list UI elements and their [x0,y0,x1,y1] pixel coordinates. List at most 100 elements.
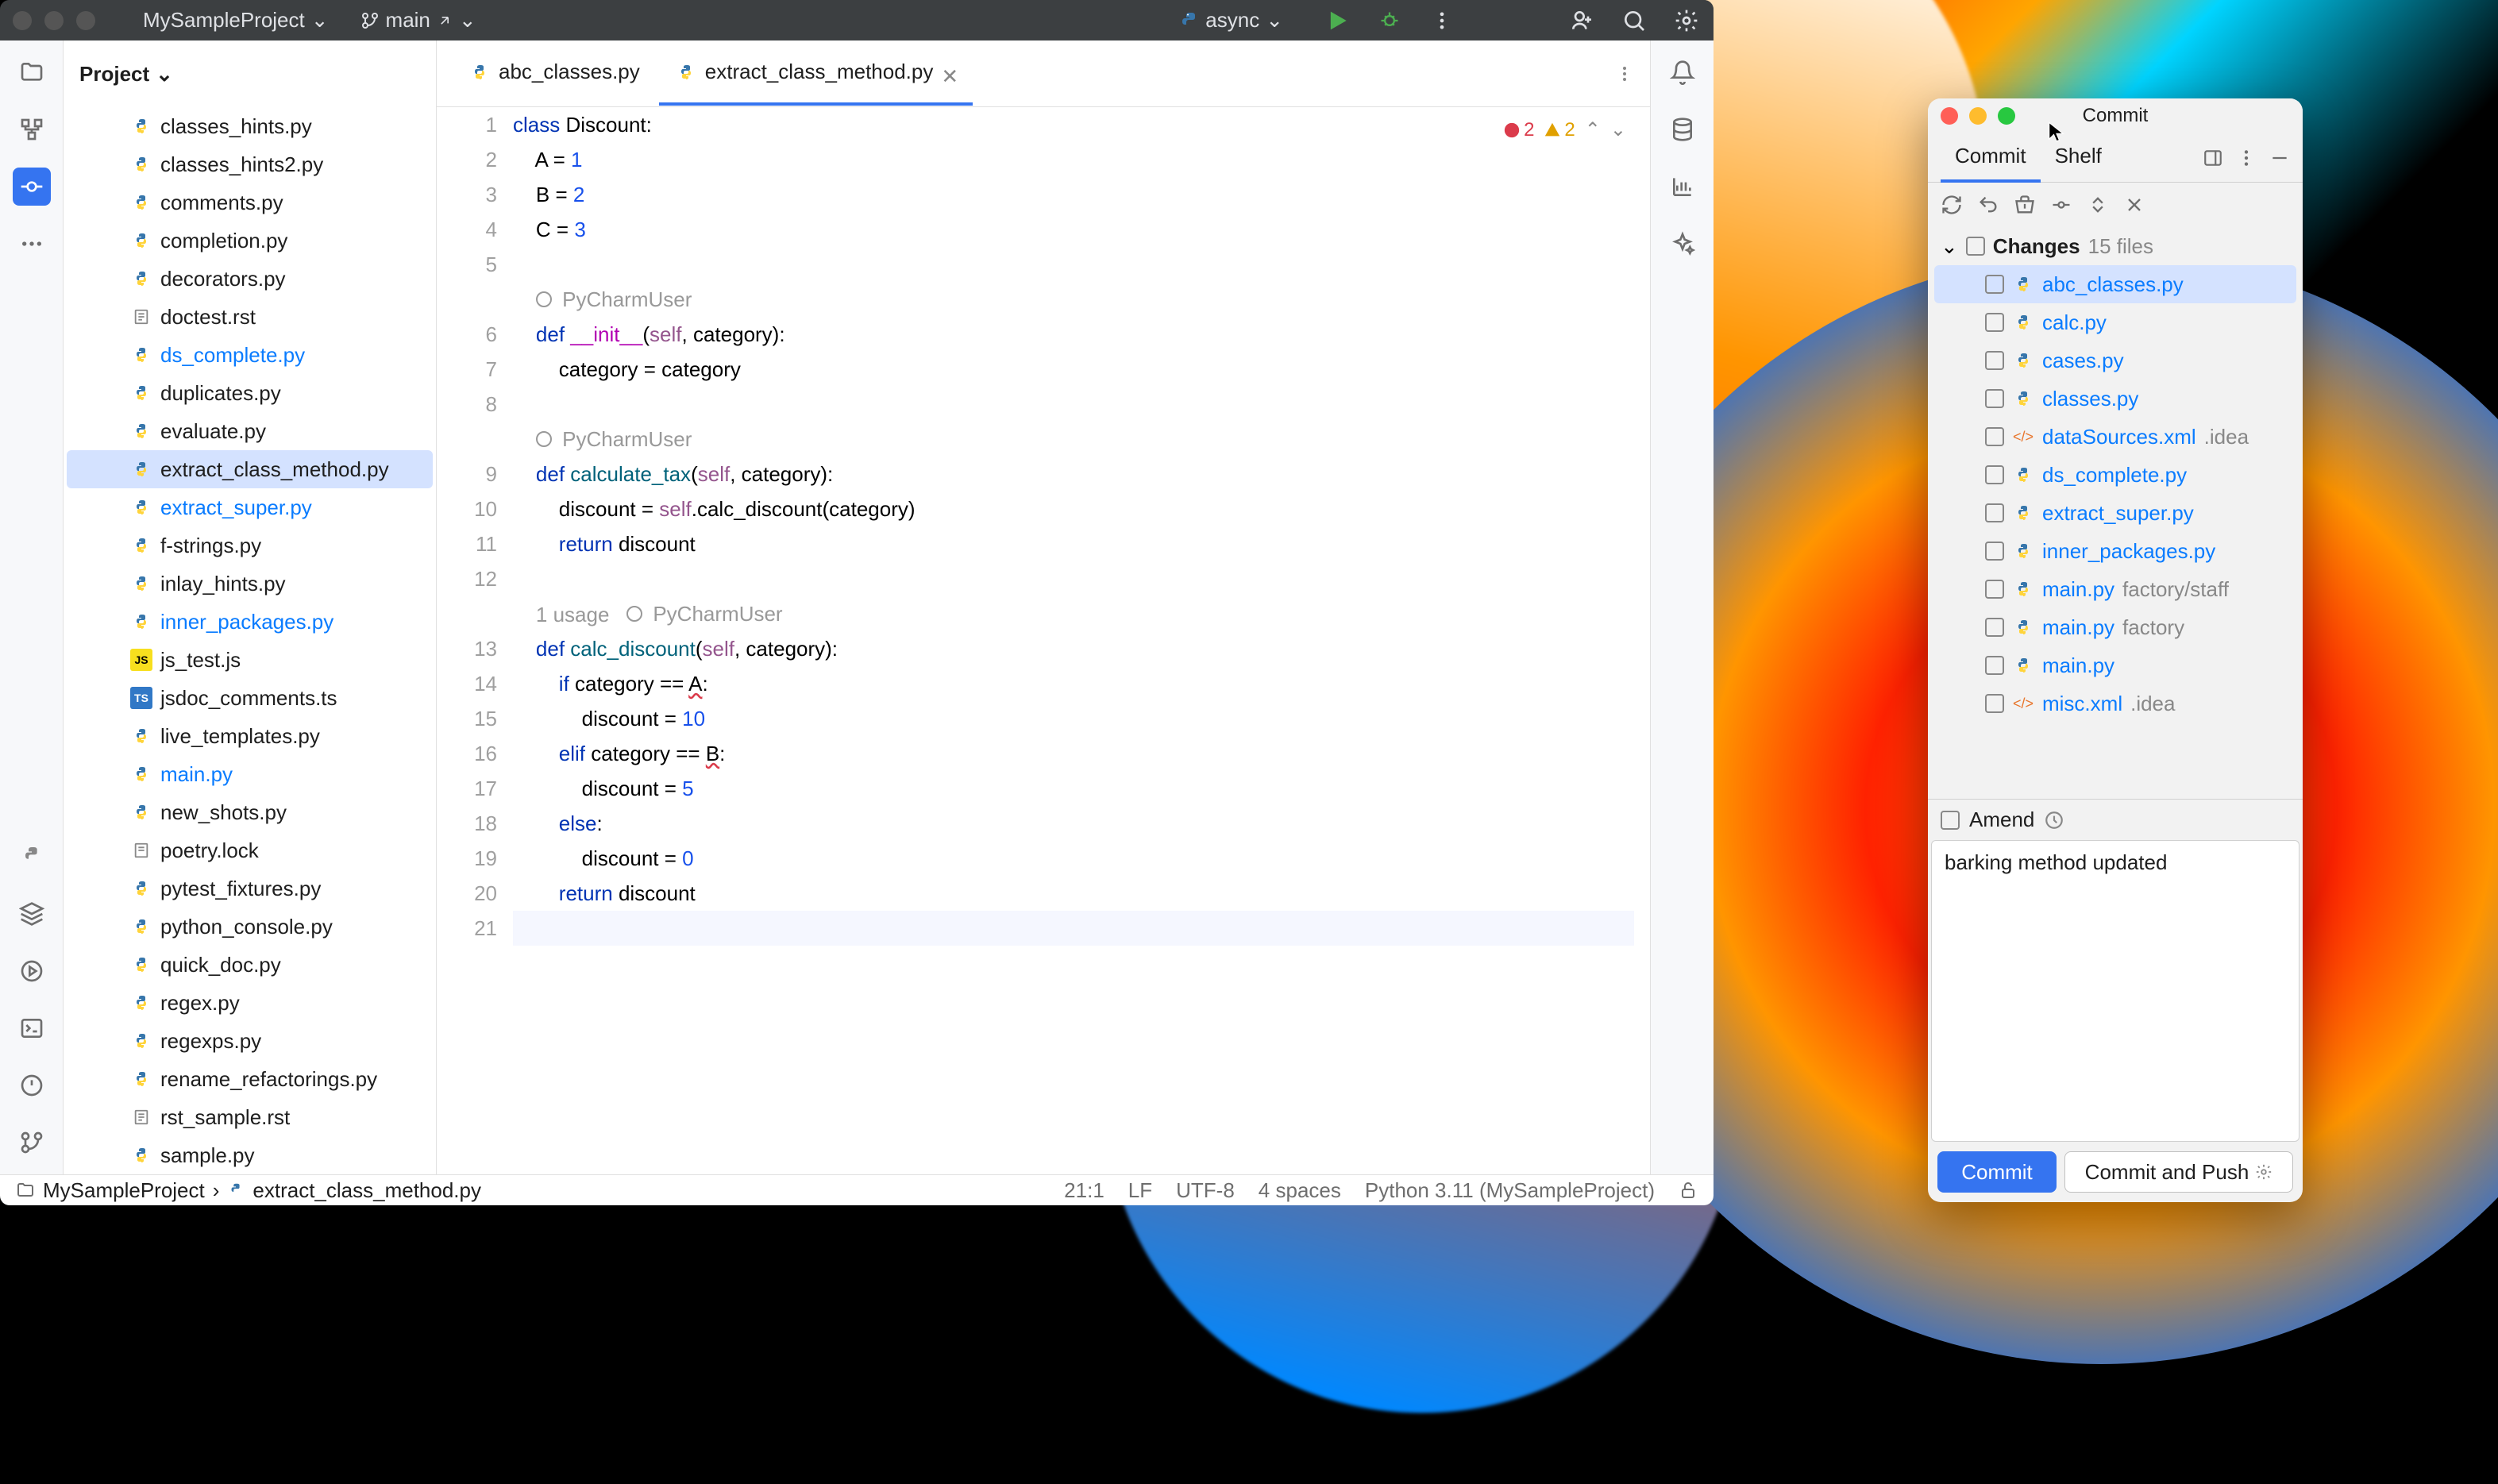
search-everywhere[interactable] [1620,6,1648,35]
database-button[interactable] [1663,110,1702,148]
code-line[interactable] [513,387,1634,422]
commit-file-item[interactable]: calc.py [1934,303,2296,341]
code-line[interactable]: discount = 0 [513,841,1634,876]
tree-item[interactable]: doctest.rst [67,298,433,336]
tree-item[interactable]: live_templates.py [67,717,433,755]
file-checkbox[interactable] [1985,389,2004,408]
gutter-line[interactable] [437,596,497,631]
code-line[interactable]: elif category == B: [513,736,1634,771]
indent-config[interactable]: 4 spaces [1259,1178,1341,1203]
project-panel-header[interactable]: Project ⌄ [64,40,436,107]
amend-checkbox[interactable] [1941,811,1960,830]
sciview-button[interactable] [1663,168,1702,206]
gutter-line[interactable]: 19 [437,841,497,876]
tree-item[interactable]: ds_complete.py [67,336,433,374]
notifications-button[interactable] [1663,53,1702,91]
gutter-line[interactable]: 6 [437,317,497,352]
code-line[interactable]: PyCharmUser [513,422,1634,457]
gutter-line[interactable]: 9 [437,457,497,491]
gutter-line[interactable]: 10 [437,491,497,526]
file-checkbox[interactable] [1985,694,2004,713]
tree-item[interactable]: poetry.lock [67,831,433,869]
gutter[interactable]: 123456789101112131415161718192021 [437,107,513,1174]
maximize-window[interactable] [76,11,95,30]
commit-file-item[interactable]: cases.py [1934,341,2296,380]
line-ending[interactable]: LF [1128,1178,1152,1203]
more-actions[interactable] [1428,6,1456,35]
code-line[interactable]: else: [513,806,1634,841]
commit-file-item[interactable]: main.py [1934,646,2296,684]
commit-file-item[interactable]: </>dataSources.xml.idea [1934,418,2296,456]
tree-item[interactable]: TSjsdoc_comments.ts [67,679,433,717]
packages-button[interactable] [13,895,51,933]
tabs-menu-button[interactable] [1615,64,1634,83]
commit-file-item[interactable]: ds_complete.py [1934,456,2296,494]
more-vertical-icon[interactable] [2236,148,2257,168]
file-checkbox[interactable] [1985,618,2004,637]
tree-item[interactable]: duplicates.py [67,374,433,412]
file-checkbox[interactable] [1985,351,2004,370]
refresh-icon[interactable] [1941,194,1963,216]
gutter-line[interactable]: 2 [437,142,497,177]
gutter-line[interactable]: 20 [437,876,497,911]
commit-file-item[interactable]: inner_packages.py [1934,532,2296,570]
file-checkbox[interactable] [1985,503,2004,522]
editor-tab[interactable]: abc_classes.py [453,42,656,106]
project-tool-button[interactable] [13,53,51,91]
tree-item[interactable]: python_console.py [67,908,433,946]
ai-assistant-button[interactable] [1663,225,1702,263]
code-with-me[interactable] [1567,6,1596,35]
file-checkbox[interactable] [1985,542,2004,561]
gutter-line[interactable]: 8 [437,387,497,422]
code-line[interactable] [513,247,1634,282]
gutter-line[interactable]: 13 [437,631,497,666]
tree-item[interactable]: inlay_hints.py [67,565,433,603]
project-selector[interactable]: MySampleProject ⌄ [143,8,329,33]
gutter-line[interactable]: 4 [437,212,497,247]
readonly-toggle[interactable] [1679,1181,1698,1200]
tree-item[interactable]: inner_packages.py [67,603,433,641]
close-tab-icon[interactable]: ✕ [941,64,957,80]
project-tree[interactable]: classes_hints.pyclasses_hints2.pycomment… [64,107,436,1174]
settings-button[interactable] [1672,6,1701,35]
gutter-line[interactable]: 11 [437,526,497,561]
gutter-line[interactable]: 3 [437,177,497,212]
tree-item[interactable]: regexps.py [67,1022,433,1060]
tree-item[interactable]: regex.py [67,984,433,1022]
code-line[interactable]: return discount [513,526,1634,561]
commit-file-item[interactable]: </>misc.xml.idea [1934,684,2296,723]
run-config-selector[interactable]: async ⌄ [1180,8,1283,33]
commit-tool-button[interactable] [13,168,51,206]
commit-file-item[interactable]: classes.py [1934,380,2296,418]
file-checkbox[interactable] [1985,275,2004,294]
commit-file-item[interactable]: main.pyfactory [1934,608,2296,646]
tree-item[interactable]: evaluate.py [67,412,433,450]
tree-item[interactable]: f-strings.py [67,526,433,565]
gutter-line[interactable] [437,282,497,317]
changes-checkbox[interactable] [1966,237,1985,256]
gutter-line[interactable]: 5 [437,247,497,282]
code-line[interactable] [513,561,1634,596]
commit-file-item[interactable]: abc_classes.py [1934,265,2296,303]
breadcrumb[interactable]: MySampleProject › extract_class_method.p… [16,1178,481,1203]
tree-item[interactable]: rename_refactorings.py [67,1060,433,1098]
changes-header[interactable]: ⌄ Changes 15 files [1934,227,2296,265]
tree-item[interactable]: pytest_fixtures.py [67,869,433,908]
code-line[interactable]: A = 1 [513,142,1634,177]
commit-changes-tree[interactable]: ⌄ Changes 15 files abc_classes.pycalc.py… [1928,227,2303,799]
tree-item[interactable]: quick_doc.py [67,946,433,984]
tree-item[interactable]: sample.py [67,1136,433,1174]
gutter-line[interactable]: 16 [437,736,497,771]
problems-button[interactable] [13,1066,51,1104]
gutter-line[interactable]: 12 [437,561,497,596]
commit-and-push-button[interactable]: Commit and Push [2064,1151,2293,1193]
tree-item[interactable]: classes_hints.py [67,107,433,145]
rollback-icon[interactable] [1977,194,1999,216]
code-line[interactable]: C = 3 [513,212,1634,247]
tree-item[interactable]: JSjs_test.js [67,641,433,679]
minimize-window[interactable] [44,11,64,30]
code-line[interactable]: discount = self.calc_discount(category) [513,491,1634,526]
vcs-button[interactable] [13,1124,51,1162]
tree-item[interactable]: completion.py [67,222,433,260]
file-checkbox[interactable] [1985,656,2004,675]
